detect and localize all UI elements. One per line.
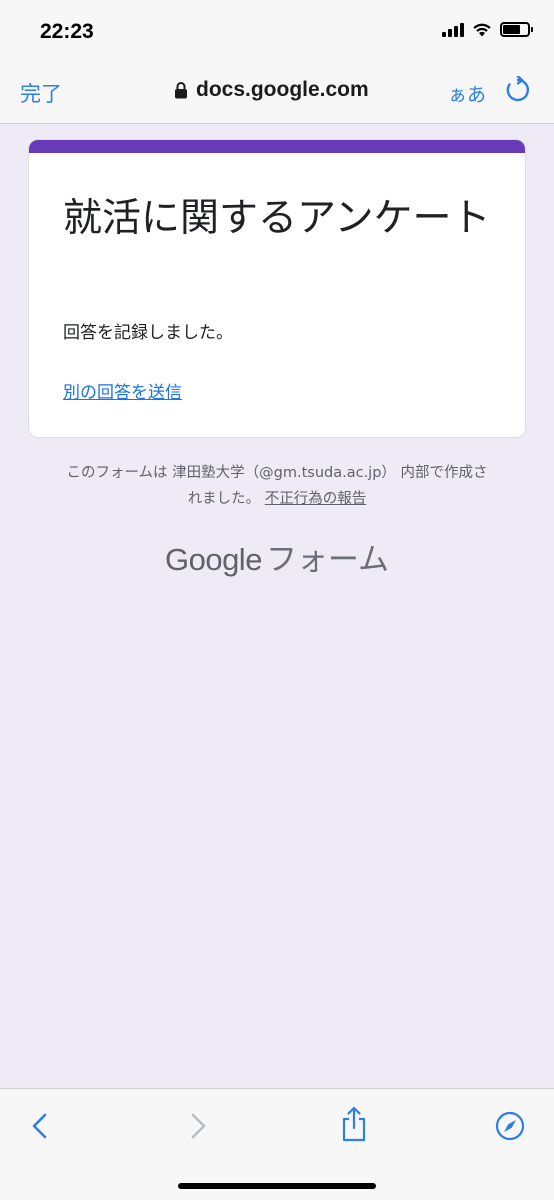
forward-icon[interactable] <box>188 1109 208 1143</box>
submit-another-link[interactable]: 別の回答を送信 <box>63 378 182 403</box>
footer-note-line2-row: れました。 不正行為の報告 <box>50 486 504 512</box>
done-button[interactable]: 完了 <box>20 78 62 108</box>
url-text: docs.google.com <box>196 78 369 101</box>
reload-icon[interactable] <box>505 76 531 104</box>
google-forms-logo[interactable]: Google フォーム <box>0 534 554 579</box>
cellular-signal-icon <box>442 22 464 37</box>
status-icons <box>442 22 533 37</box>
form-accent-bar <box>29 140 525 153</box>
forms-wordmark: フォーム <box>265 542 390 578</box>
footer-note: このフォームは 津田塾大学（@gm.tsuda.ac.jp） 内部で作成さ れま… <box>50 460 504 512</box>
status-time: 22:23 <box>40 20 94 43</box>
battery-icon <box>500 22 533 37</box>
google-wordmark: Google <box>164 542 262 577</box>
footer-note-line2: れました。 <box>187 491 261 507</box>
footer-note-line1: このフォームは 津田塾大学（@gm.tsuda.ac.jp） 内部で作成さ <box>66 465 488 481</box>
form-card: 就活に関するアンケート 回答を記録しました。 別の回答を送信 <box>28 139 526 438</box>
back-icon[interactable] <box>30 1109 50 1143</box>
compass-icon[interactable] <box>495 1111 525 1141</box>
home-indicator[interactable] <box>178 1183 376 1189</box>
wifi-icon <box>473 23 491 37</box>
form-title: 就活に関するアンケート <box>63 196 491 241</box>
confirmation-message: 回答を記録しました。 <box>63 323 233 343</box>
status-bar: 22:23 <box>0 0 554 64</box>
report-abuse-link[interactable]: 不正行為の報告 <box>265 491 367 507</box>
browser-nav-bar: 完了 docs.google.com ぁあ <box>0 64 554 124</box>
share-icon[interactable] <box>340 1105 368 1143</box>
url-bar[interactable]: docs.google.com <box>174 78 369 102</box>
lock-icon <box>175 82 187 99</box>
text-size-button[interactable]: ぁあ <box>448 80 486 107</box>
